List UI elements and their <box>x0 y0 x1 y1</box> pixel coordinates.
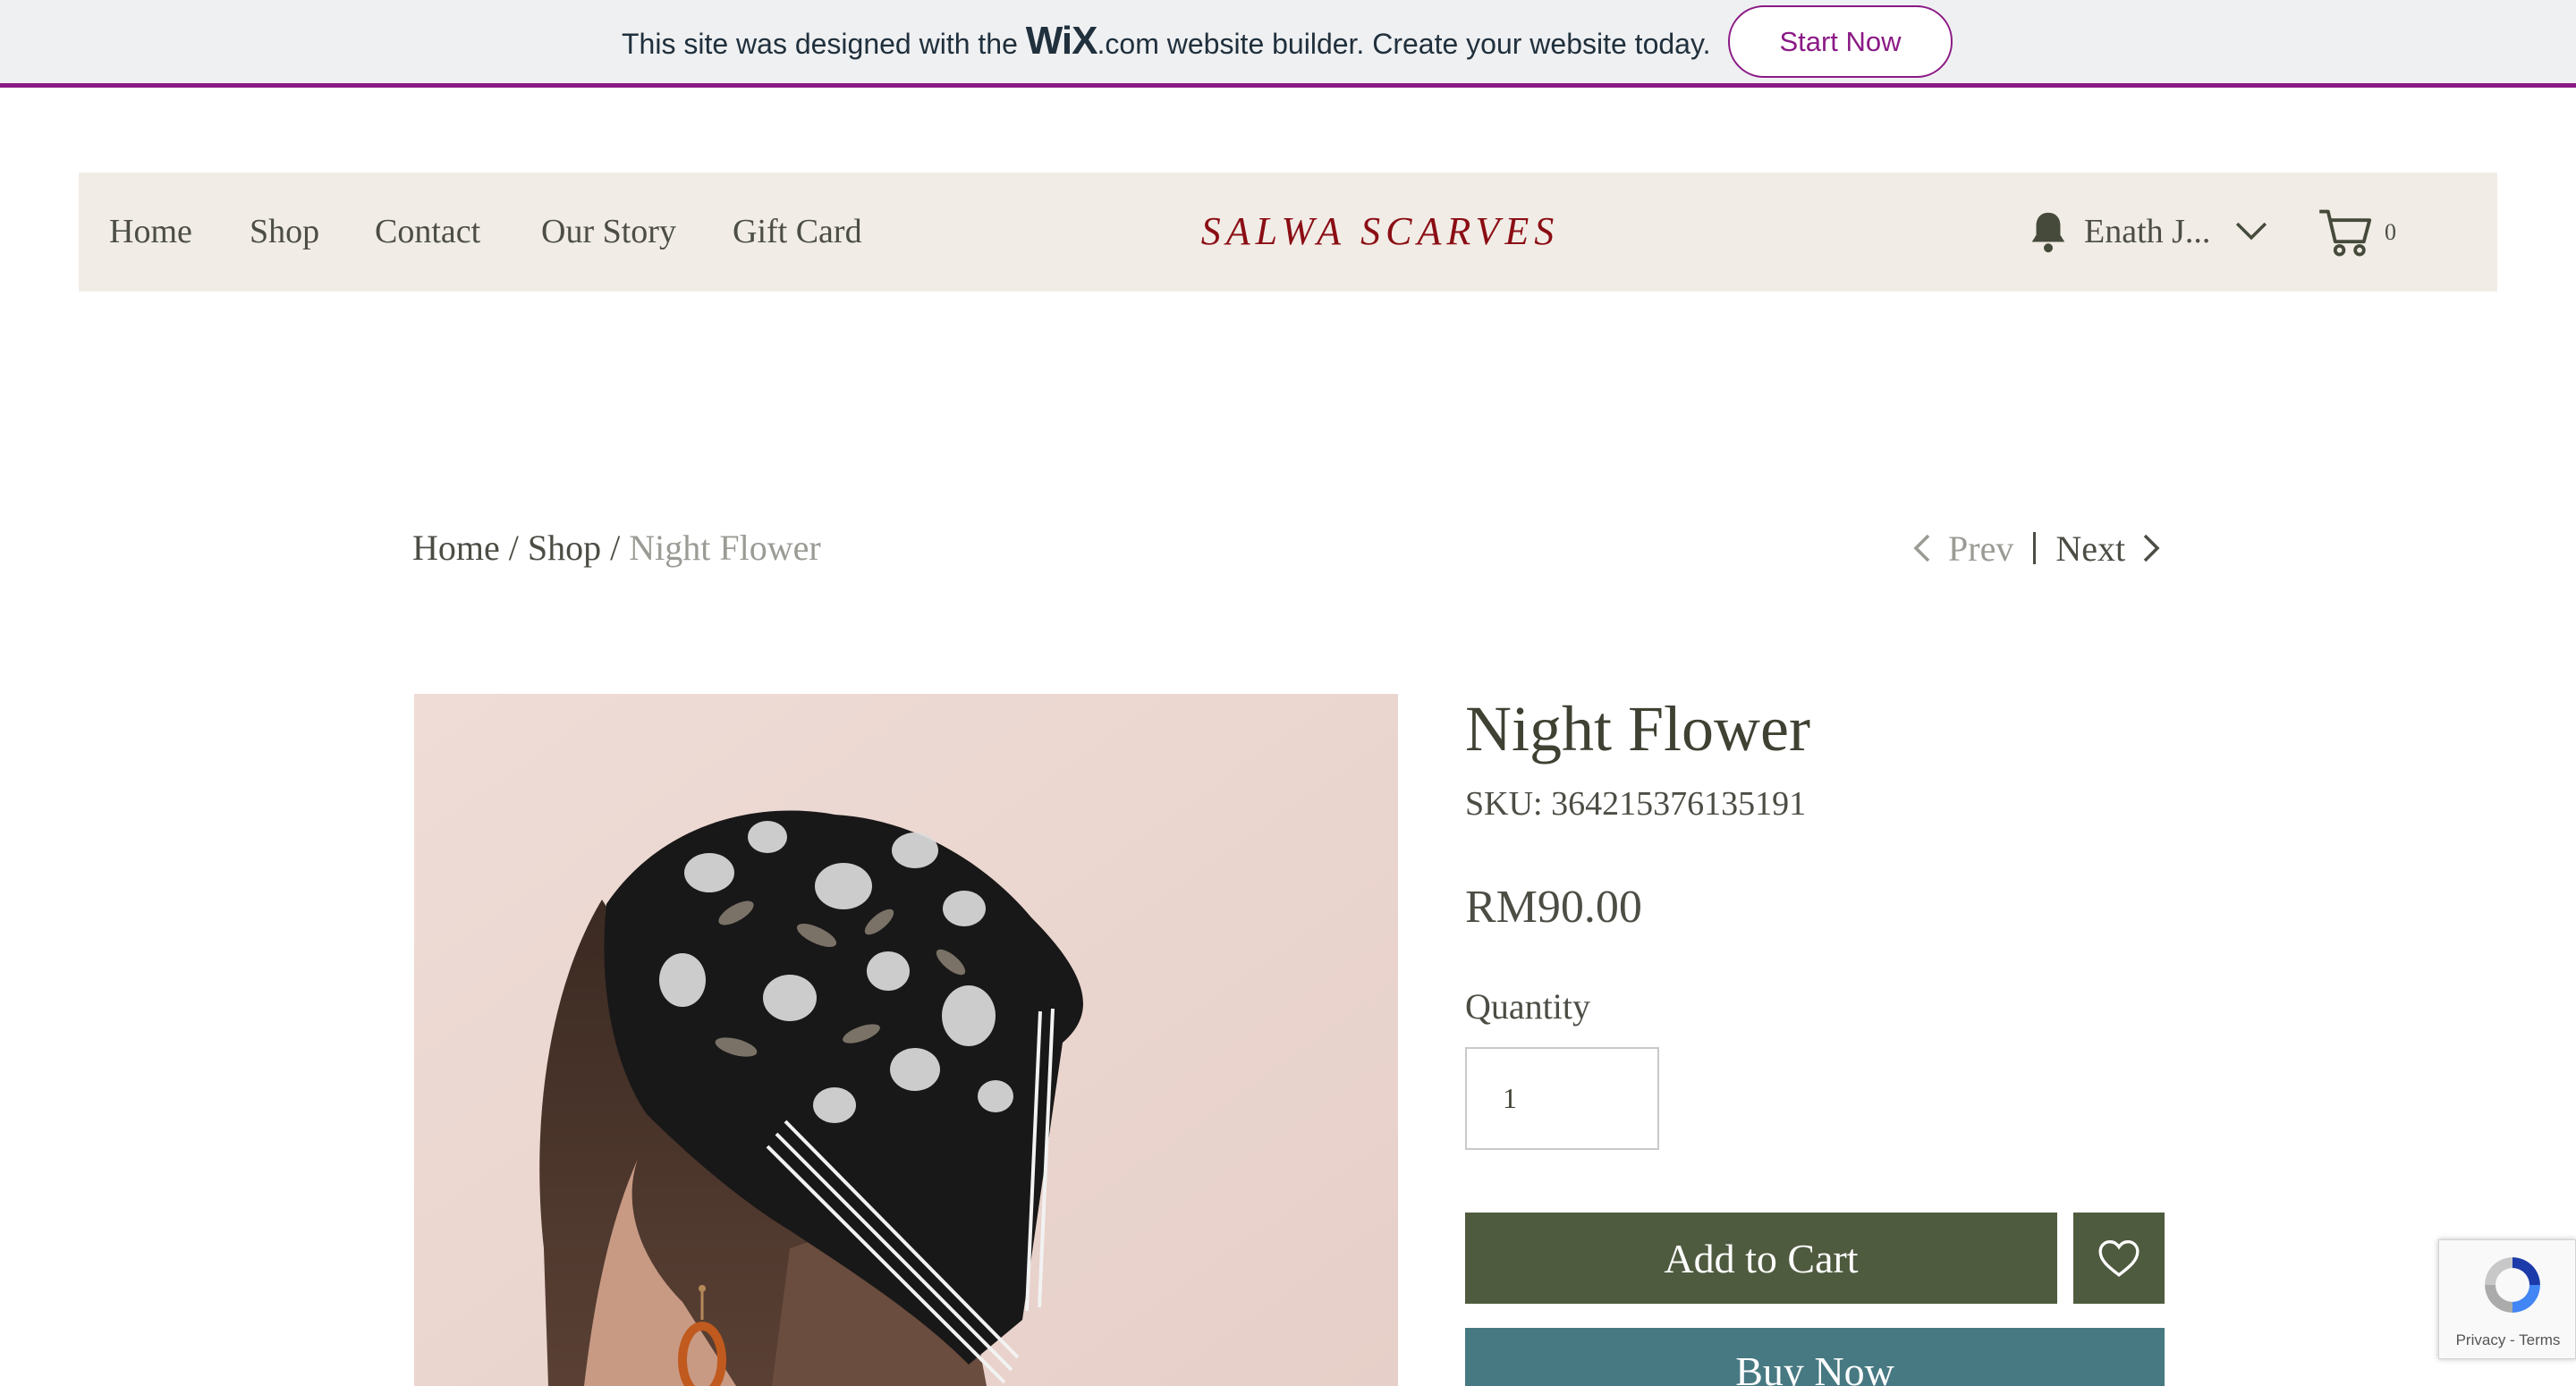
add-to-cart-button[interactable]: Add to Cart <box>1465 1213 2057 1304</box>
wix-logo: WiX <box>1025 19 1098 63</box>
wix-banner-text-after: .com website builder. Create your websit… <box>1097 28 1711 60</box>
brand-logo[interactable]: SALWA SCARVES <box>1130 205 1631 258</box>
next-link[interactable]: Next <box>2055 528 2163 570</box>
start-now-button[interactable]: Start Now <box>1728 5 1953 78</box>
chevron-right-icon <box>2143 534 2160 562</box>
cart-icon[interactable] <box>2317 203 2374 260</box>
prev-label: Prev <box>1948 528 2014 569</box>
buy-now-button[interactable]: Buy Now <box>1465 1328 2165 1386</box>
wix-banner-text-before: This site was designed with the <box>622 28 1026 60</box>
quantity-label: Quantity <box>1465 986 1590 1027</box>
chevron-down-icon[interactable] <box>2234 214 2268 248</box>
recaptcha-icon <box>2485 1257 2540 1313</box>
nav-contact[interactable]: Contact <box>375 205 480 258</box>
breadcrumb: Home / Shop / Night Flower <box>412 523 821 573</box>
bell-icon[interactable] <box>2027 209 2070 254</box>
breadcrumb-shop[interactable]: Shop <box>528 528 601 568</box>
wishlist-button[interactable] <box>2073 1213 2165 1304</box>
user-name[interactable]: Enath J... <box>2084 205 2210 258</box>
nav-home[interactable]: Home <box>109 205 192 258</box>
breadcrumb-separator: / <box>499 528 528 568</box>
product-photo <box>414 694 1398 1386</box>
product-pagination: Prev Next <box>1911 523 2163 573</box>
breadcrumb-home[interactable]: Home <box>412 528 500 568</box>
breadcrumb-separator: / <box>601 528 630 568</box>
site-header: Home Shop Contact Our Story Gift Card SA… <box>79 173 2497 292</box>
product-sku: SKU: 364215376135191 <box>1465 785 1807 823</box>
wix-banner-text: This site was designed with the WiX.com … <box>622 21 1710 63</box>
pagination-divider <box>2033 532 2037 564</box>
nav-shop[interactable]: Shop <box>250 205 319 258</box>
quantity-input[interactable] <box>1465 1047 1659 1150</box>
next-label: Next <box>2055 528 2126 569</box>
product-image[interactable] <box>414 694 1398 1386</box>
chevron-left-icon <box>1913 534 1930 562</box>
heart-icon <box>2098 1239 2140 1277</box>
recaptcha-badge[interactable]: Privacy - Terms <box>2438 1239 2576 1359</box>
wix-promo-banner: This site was designed with the WiX.com … <box>0 0 2576 88</box>
nav-our-story[interactable]: Our Story <box>541 205 676 258</box>
nav-gift-card[interactable]: Gift Card <box>733 205 862 258</box>
breadcrumb-current: Night Flower <box>629 528 821 568</box>
cart-count[interactable]: 0 <box>2385 210 2396 255</box>
recaptcha-links[interactable]: Privacy - Terms <box>2439 1331 2576 1349</box>
product-title: Night Flower <box>1465 693 1810 765</box>
prev-link[interactable]: Prev <box>1911 528 2013 570</box>
product-price: RM90.00 <box>1465 882 1642 933</box>
